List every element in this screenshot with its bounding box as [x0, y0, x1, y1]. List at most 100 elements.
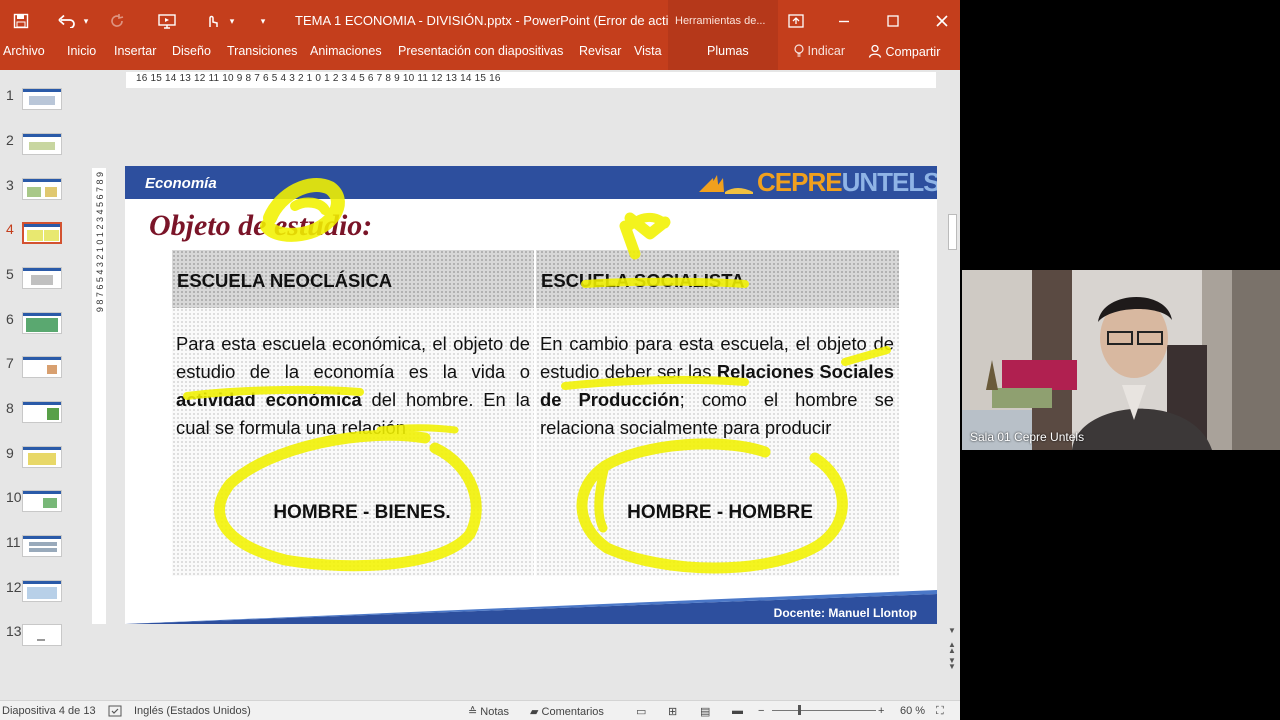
- scroll-down-arrow-icon[interactable]: ▼: [948, 626, 956, 635]
- slide-thumbnail-6[interactable]: [22, 312, 62, 334]
- neoclassical-text: Para esta escuela económica, el objeto d…: [176, 330, 530, 442]
- tab-insertar[interactable]: Insertar: [114, 44, 156, 58]
- share-label: Compartir: [885, 45, 941, 59]
- slide-thumbnail-1[interactable]: [22, 88, 62, 110]
- logo-text-untels: UNTELS: [841, 167, 937, 197]
- slide-thumbnail-3[interactable]: [22, 178, 62, 200]
- participant-video-frame: [962, 270, 1280, 450]
- comments-button[interactable]: ▰ Comentarios: [530, 705, 604, 718]
- reading-view-icon[interactable]: ▤: [700, 705, 710, 718]
- horizontal-ruler: 16 15 14 13 12 11 10 9 8 7 6 5 4 3 2 1 0…: [126, 72, 936, 88]
- slide-thumbnail-7[interactable]: [22, 356, 62, 378]
- close-icon[interactable]: [922, 8, 960, 34]
- slide-thumbnail-4-selected[interactable]: [22, 222, 62, 244]
- comment-icon: ▰: [530, 706, 539, 718]
- participant-video-tile[interactable]: Sala 01 Cepre Untels: [962, 270, 1280, 450]
- minimize-icon[interactable]: [824, 8, 864, 34]
- slide-thumbnail-13[interactable]: [22, 624, 62, 646]
- slide-thumbnail-11[interactable]: [22, 535, 62, 557]
- ruler-ticks: 9 8 7 6 5 4 3 2 1 0 1 2 3 4 5 6 7 8 9: [95, 172, 105, 313]
- ink-arrow: [625, 213, 670, 231]
- normal-view-icon[interactable]: ▭: [636, 705, 646, 718]
- thumb-number: 13: [6, 623, 22, 639]
- document-title: TEMA 1 ECONOMIA - DIVISIÓN.pptx - PowerP…: [295, 13, 680, 28]
- zoom-slider[interactable]: [772, 710, 876, 711]
- notes-button[interactable]: ≙ Notas: [468, 705, 509, 718]
- teacher-credit: Docente: Manuel Llontop: [773, 606, 917, 620]
- relation-hombre-hombre: HOMBRE - HOMBRE: [627, 502, 813, 523]
- language-indicator[interactable]: Inglés (Estados Unidos): [134, 705, 251, 717]
- thumb-number: 6: [6, 311, 14, 327]
- save-icon[interactable]: [10, 9, 32, 33]
- thumb-number: 7: [6, 355, 14, 371]
- vertical-ruler: 9 8 7 6 5 4 3 2 1 0 1 2 3 4 5 6 7 8 9: [92, 168, 106, 624]
- notes-icon: ≙: [468, 706, 478, 718]
- customize-toolbar-icon[interactable]: ▾: [256, 9, 270, 33]
- slide-thumbnail-8[interactable]: [22, 401, 62, 423]
- tab-inicio[interactable]: Inicio: [67, 44, 96, 58]
- slide-sorter-icon[interactable]: ⊞: [668, 705, 677, 718]
- ruler-ticks: 16 15 14 13 12 11 10 9 8 7 6 5 4 3 2 1 0…: [136, 73, 501, 84]
- next-slide-icon[interactable]: ▼ ▼: [948, 657, 956, 671]
- tab-revisar[interactable]: Revisar: [579, 44, 621, 58]
- thumb-number: 2: [6, 132, 14, 148]
- touch-mode-icon[interactable]: [202, 9, 222, 33]
- contextual-tools-tab[interactable]: Herramientas de...: [668, 0, 778, 42]
- slideshow-icon[interactable]: ▬: [732, 705, 743, 717]
- scrollbar-thumb[interactable]: [948, 214, 957, 250]
- text-part: Para esta escuela económica, el objeto d…: [176, 333, 530, 382]
- notes-label: Notas: [480, 706, 510, 718]
- slide-thumbnail-12[interactable]: [22, 580, 62, 602]
- thumb-number: 9: [6, 445, 14, 461]
- logo-text-cepre: CEPRE: [757, 167, 843, 197]
- tab-animaciones[interactable]: Animaciones: [310, 44, 382, 58]
- spellcheck-icon[interactable]: [108, 705, 122, 720]
- slide-thumbnail-5[interactable]: [22, 267, 62, 289]
- thumb-number: 12: [6, 579, 22, 595]
- course-label: Economía: [145, 175, 217, 192]
- redo-icon[interactable]: [106, 9, 128, 33]
- ribbon-display-options-icon[interactable]: [776, 8, 816, 34]
- vertical-scrollbar[interactable]: ▼ ▲ ▲ ▼ ▼: [944, 70, 960, 700]
- comments-label: Comentarios: [541, 706, 604, 718]
- undo-icon[interactable]: [54, 9, 80, 33]
- socialist-text: En cambio para esta escuela, el objeto d…: [540, 330, 894, 442]
- zoom-slider-thumb[interactable]: [798, 705, 801, 715]
- lightbulb-icon: [794, 44, 807, 58]
- right-column-body: En cambio para esta escuela, el objeto d…: [536, 308, 899, 576]
- tab-plumas[interactable]: Plumas: [707, 44, 749, 58]
- zoom-level[interactable]: 60 %: [900, 705, 925, 717]
- previous-slide-icon[interactable]: ▲ ▲: [948, 641, 956, 655]
- slide-thumbnail-2[interactable]: [22, 133, 62, 155]
- tab-vista[interactable]: Vista: [634, 44, 662, 58]
- fit-to-window-icon[interactable]: ⛶: [936, 705, 944, 718]
- slide-thumbnail-pane: 1 2 3 4 5 6 7 8 9 10 11 12 13: [0, 70, 88, 700]
- neoclassical-heading: ESCUELA NEOCLÁSICA: [177, 270, 393, 291]
- zoom-out-icon[interactable]: −: [758, 705, 764, 717]
- maximize-icon[interactable]: [873, 8, 913, 34]
- touch-dropdown-icon[interactable]: ▾: [226, 9, 238, 33]
- slide-thumbnail-9[interactable]: [22, 446, 62, 468]
- slide-header-band: Economía CEPREUNTELS: [125, 166, 937, 199]
- tell-me-label: Indicar: [807, 44, 846, 58]
- tab-diseno[interactable]: Diseño: [172, 44, 211, 58]
- slide-canvas[interactable]: Economía CEPREUNTELS Objeto de estudio: …: [125, 166, 937, 624]
- undo-dropdown-icon[interactable]: ▾: [80, 9, 92, 33]
- slide-title: Objeto de estudio:: [149, 209, 373, 242]
- right-column-header: ESCUELA SOCIALISTA: [536, 250, 899, 308]
- slide-thumbnail-10[interactable]: [22, 490, 62, 512]
- tab-transiciones[interactable]: Transiciones: [227, 44, 297, 58]
- tell-me-box[interactable]: Indicar: [794, 44, 845, 58]
- thumb-number: 5: [6, 266, 14, 282]
- slide-counter: Diapositiva 4 de 13: [2, 705, 96, 717]
- tab-presentacion[interactable]: Presentación con diapositivas: [398, 44, 563, 58]
- thumb-number: 8: [6, 400, 14, 416]
- present-from-start-icon[interactable]: [155, 9, 179, 33]
- status-bar: Diapositiva 4 de 13 Inglés (Estados Unid…: [0, 700, 960, 720]
- tab-archivo[interactable]: Archivo: [3, 44, 45, 58]
- thumb-number: 11: [6, 534, 21, 550]
- books-logo-icon: [697, 170, 755, 196]
- share-button[interactable]: Compartir: [868, 44, 940, 59]
- zoom-in-icon[interactable]: +: [878, 705, 884, 717]
- cepre-untels-logo: CEPREUNTELS: [757, 167, 937, 198]
